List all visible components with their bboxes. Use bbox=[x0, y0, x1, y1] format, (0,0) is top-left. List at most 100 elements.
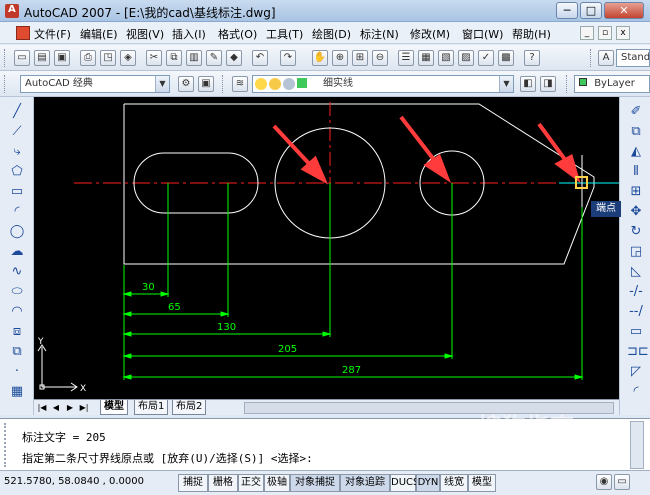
command-window-grip[interactable] bbox=[4, 423, 14, 467]
make-object-layer-current-icon[interactable]: ◧ bbox=[520, 76, 536, 92]
doc-restore-button[interactable]: ▫ bbox=[598, 26, 612, 40]
circle-icon[interactable]: ◯ bbox=[8, 223, 26, 241]
zoom-window-icon[interactable]: ⊞ bbox=[352, 50, 368, 66]
insert-block-icon[interactable]: ⧈ bbox=[8, 323, 26, 341]
grid-toggle[interactable]: 栅格 bbox=[208, 474, 238, 492]
close-button[interactable]: ✕ bbox=[604, 2, 644, 19]
chamfer-icon[interactable]: ◸ bbox=[627, 363, 645, 381]
ducs-toggle[interactable]: DUCS bbox=[390, 474, 419, 492]
chevron-down-icon[interactable]: ▼ bbox=[155, 76, 169, 92]
model-space-toggle[interactable]: 模型 bbox=[468, 474, 496, 492]
trim-icon[interactable]: -/- bbox=[627, 283, 645, 301]
coordinate-readout[interactable]: 521.5780, 58.0840 , 0.0000 bbox=[4, 476, 144, 487]
stretch-icon[interactable]: ◺ bbox=[627, 263, 645, 281]
communication-center-icon[interactable]: ◉ bbox=[596, 474, 612, 490]
workspace-select[interactable]: AutoCAD 经典 ▼ bbox=[20, 75, 170, 93]
toolbar-grip[interactable] bbox=[4, 49, 7, 67]
doc-close-button[interactable]: x bbox=[616, 26, 630, 40]
hatch-icon[interactable]: ▦ bbox=[8, 383, 26, 401]
calculator-icon[interactable]: ▩ bbox=[498, 50, 514, 66]
offset-icon[interactable]: ⫴ bbox=[627, 163, 645, 181]
layer-on-bulb-icon[interactable] bbox=[255, 78, 267, 90]
osnap-toggle[interactable]: 对象捕捉 bbox=[290, 474, 340, 492]
join-icon[interactable]: ⊐⊏ bbox=[627, 343, 649, 361]
print-icon[interactable]: ⎙ bbox=[80, 50, 96, 66]
spline-icon[interactable]: ∿ bbox=[8, 263, 26, 281]
tab-layout2[interactable]: 布局2 bbox=[172, 400, 207, 415]
toolbar-grip[interactable] bbox=[566, 75, 569, 93]
revision-cloud-icon[interactable]: ☁ bbox=[8, 243, 26, 261]
clean-screen-icon[interactable]: ▭ bbox=[614, 474, 630, 490]
next-tab-icon[interactable]: ▶ bbox=[64, 402, 76, 414]
toolbar-grip[interactable] bbox=[590, 49, 593, 67]
make-block-icon[interactable]: ⧉ bbox=[8, 343, 26, 361]
chevron-down-icon[interactable]: ▼ bbox=[499, 76, 513, 92]
command-scrollbar[interactable] bbox=[630, 421, 644, 469]
menu-modify[interactable]: 修改(M) bbox=[410, 26, 450, 42]
undo-icon[interactable]: ↶ bbox=[252, 50, 268, 66]
menu-edit[interactable]: 编辑(E) bbox=[80, 26, 118, 42]
fillet-icon[interactable]: ◜ bbox=[627, 383, 645, 401]
tab-model[interactable]: 模型 bbox=[100, 400, 128, 415]
menu-draw[interactable]: 绘图(D) bbox=[312, 26, 351, 42]
layer-lock-icon[interactable] bbox=[283, 78, 295, 90]
menu-insert[interactable]: 插入(I) bbox=[172, 26, 206, 42]
ortho-toggle[interactable]: 正交 bbox=[238, 474, 264, 492]
construction-line-icon[interactable]: ⟋ bbox=[8, 123, 26, 141]
redo-icon[interactable]: ↷ bbox=[280, 50, 296, 66]
drawing-canvas[interactable]: 30 65 130 205 287 Y X bbox=[34, 97, 619, 399]
array-icon[interactable]: ⊞ bbox=[627, 183, 645, 201]
dyn-toggle[interactable]: DYN bbox=[416, 474, 440, 492]
extend-icon[interactable]: --/ bbox=[627, 303, 645, 321]
design-center-icon[interactable]: ▦ bbox=[418, 50, 434, 66]
copy-icon[interactable]: ⧉ bbox=[166, 50, 182, 66]
layer-manager-icon[interactable]: ≋ bbox=[232, 76, 248, 92]
menu-window[interactable]: 窗口(W) bbox=[462, 26, 503, 42]
prev-tab-icon[interactable]: ◀ bbox=[50, 402, 62, 414]
menu-help[interactable]: 帮助(H) bbox=[512, 26, 551, 42]
new-file-icon[interactable]: ▭ bbox=[14, 50, 30, 66]
color-select[interactable]: ByLayer bbox=[574, 75, 650, 93]
layer-thaw-sun-icon[interactable] bbox=[269, 78, 281, 90]
tab-layout1[interactable]: 布局1 bbox=[134, 400, 169, 415]
paste-icon[interactable]: ▥ bbox=[186, 50, 202, 66]
text-style-select[interactable]: Stand bbox=[616, 49, 650, 67]
last-tab-icon[interactable]: ▶| bbox=[78, 402, 90, 414]
layer-color-swatch[interactable] bbox=[297, 78, 307, 88]
save-workspace-icon[interactable]: ▣ bbox=[198, 76, 214, 92]
arc-icon[interactable]: ◜ bbox=[8, 203, 26, 221]
scale-icon[interactable]: ◲ bbox=[627, 243, 645, 261]
document-icon[interactable] bbox=[16, 26, 30, 40]
help-icon[interactable]: ? bbox=[524, 50, 540, 66]
workspace-settings-icon[interactable]: ⚙ bbox=[178, 76, 194, 92]
line-icon[interactable]: ╱ bbox=[8, 103, 26, 121]
menu-view[interactable]: 视图(V) bbox=[126, 26, 164, 42]
print-preview-icon[interactable]: ◳ bbox=[100, 50, 116, 66]
menu-tools[interactable]: 工具(T) bbox=[266, 26, 303, 42]
properties-icon[interactable]: ☰ bbox=[398, 50, 414, 66]
ellipse-icon[interactable]: ⬭ bbox=[8, 283, 26, 301]
move-icon[interactable]: ✥ bbox=[627, 203, 645, 221]
first-tab-icon[interactable]: |◀ bbox=[36, 402, 48, 414]
cut-icon[interactable]: ✂ bbox=[146, 50, 162, 66]
doc-minimize-button[interactable]: _ bbox=[580, 26, 594, 40]
autocad-app-icon[interactable] bbox=[5, 4, 19, 18]
otrack-toggle[interactable]: 对象追踪 bbox=[340, 474, 390, 492]
polar-toggle[interactable]: 极轴 bbox=[264, 474, 290, 492]
copy-object-icon[interactable]: ⧉ bbox=[627, 123, 645, 141]
match-properties-icon[interactable]: ✎ bbox=[206, 50, 222, 66]
break-icon[interactable]: ▭ bbox=[627, 323, 645, 341]
layer-select[interactable]: 细实线 ▼ bbox=[252, 75, 514, 93]
sheet-set-icon[interactable]: ▨ bbox=[458, 50, 474, 66]
snap-toggle[interactable]: 捕捉 bbox=[178, 474, 208, 492]
pan-icon[interactable]: ✋ bbox=[312, 50, 328, 66]
open-file-icon[interactable]: ▤ bbox=[34, 50, 50, 66]
menu-file[interactable]: 文件(F) bbox=[34, 26, 71, 42]
lineweight-toggle[interactable]: 线宽 bbox=[440, 474, 468, 492]
rectangle-icon[interactable]: ▭ bbox=[8, 183, 26, 201]
minimize-button[interactable]: ─ bbox=[556, 2, 578, 19]
layer-previous-icon[interactable]: ◨ bbox=[540, 76, 556, 92]
polygon-icon[interactable]: ⬠ bbox=[8, 163, 26, 181]
point-icon[interactable]: · bbox=[8, 363, 26, 381]
menu-format[interactable]: 格式(O) bbox=[218, 26, 257, 42]
